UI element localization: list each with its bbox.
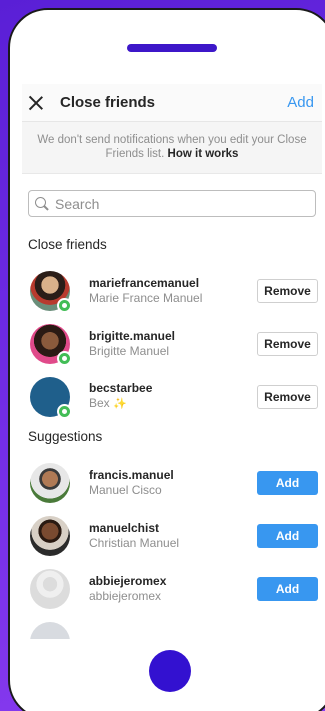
full-name: abbiejeromex [89,588,162,603]
suggestions-list: francis.manuel Manuel Cisco Add manuelch… [22,456,322,639]
page-title: Close friends [60,94,156,111]
avatar[interactable] [30,515,70,556]
close-friends-list: mariefrancemanuel Marie France Manuel Re… [22,264,322,423]
list-item[interactable]: manuelchist Christian Manuel Add [22,509,322,562]
add-button[interactable]: Add [257,523,318,548]
home-button[interactable] [149,650,191,692]
notice-banner: We don't send notifications when you edi… [22,122,322,174]
header-bar: Close friends Add [22,84,322,122]
green-star-badge-icon [57,297,72,313]
remove-button[interactable]: Remove [257,384,318,409]
green-star-badge-icon [57,403,72,419]
full-name: Bex ✨ [89,396,257,412]
green-star-badge-icon [57,350,72,366]
full-name: Manuel Cisco [89,482,162,497]
phone-frame: Close friends Add We don't send notifica… [8,8,325,711]
list-item[interactable]: becstarbee Bex ✨ Remove [22,370,322,423]
username: becstarbee [89,381,153,395]
username: brigitte.manuel [89,328,176,343]
sparkle-icon: ✨ [113,398,127,410]
full-name: Marie France Manuel [89,290,203,305]
list-item[interactable]: abbiejeromex abbiejeromex Add [22,562,322,615]
list-item[interactable]: brigitte.manuel Brigitte Manuel Remove [22,317,322,370]
search-icon [35,196,49,211]
app-screen: Close friends Add We don't send notifica… [22,84,322,639]
avatar[interactable] [30,376,72,419]
remove-button[interactable]: Remove [257,331,318,356]
username: abbiejeromex [89,573,167,588]
search-placeholder: Search [55,195,100,212]
avatar[interactable] [30,568,70,609]
suggestions-heading: Suggestions [28,429,103,444]
list-item [22,615,322,639]
remove-button[interactable]: Remove [257,278,318,303]
header-add-button[interactable]: Add [287,94,314,111]
how-it-works-link[interactable]: How it works [168,148,239,160]
avatar[interactable] [30,323,72,366]
avatar[interactable] [30,270,72,313]
close-icon[interactable] [28,95,44,111]
username: mariefrancemanuel [89,275,200,290]
avatar [30,621,70,639]
username: manuelchist [89,520,160,535]
search-input[interactable]: Search [28,190,316,217]
full-name: Brigitte Manuel [89,343,170,358]
add-button[interactable]: Add [257,576,318,601]
list-item[interactable]: mariefrancemanuel Marie France Manuel Re… [22,264,322,317]
phone-speaker [127,44,217,52]
username: francis.manuel [89,467,174,482]
list-item[interactable]: francis.manuel Manuel Cisco Add [22,456,322,509]
avatar[interactable] [30,462,70,503]
add-button[interactable]: Add [257,470,318,495]
full-name-text: Bex [89,396,110,410]
close-friends-heading: Close friends [28,237,107,252]
full-name: Christian Manuel [89,535,180,550]
